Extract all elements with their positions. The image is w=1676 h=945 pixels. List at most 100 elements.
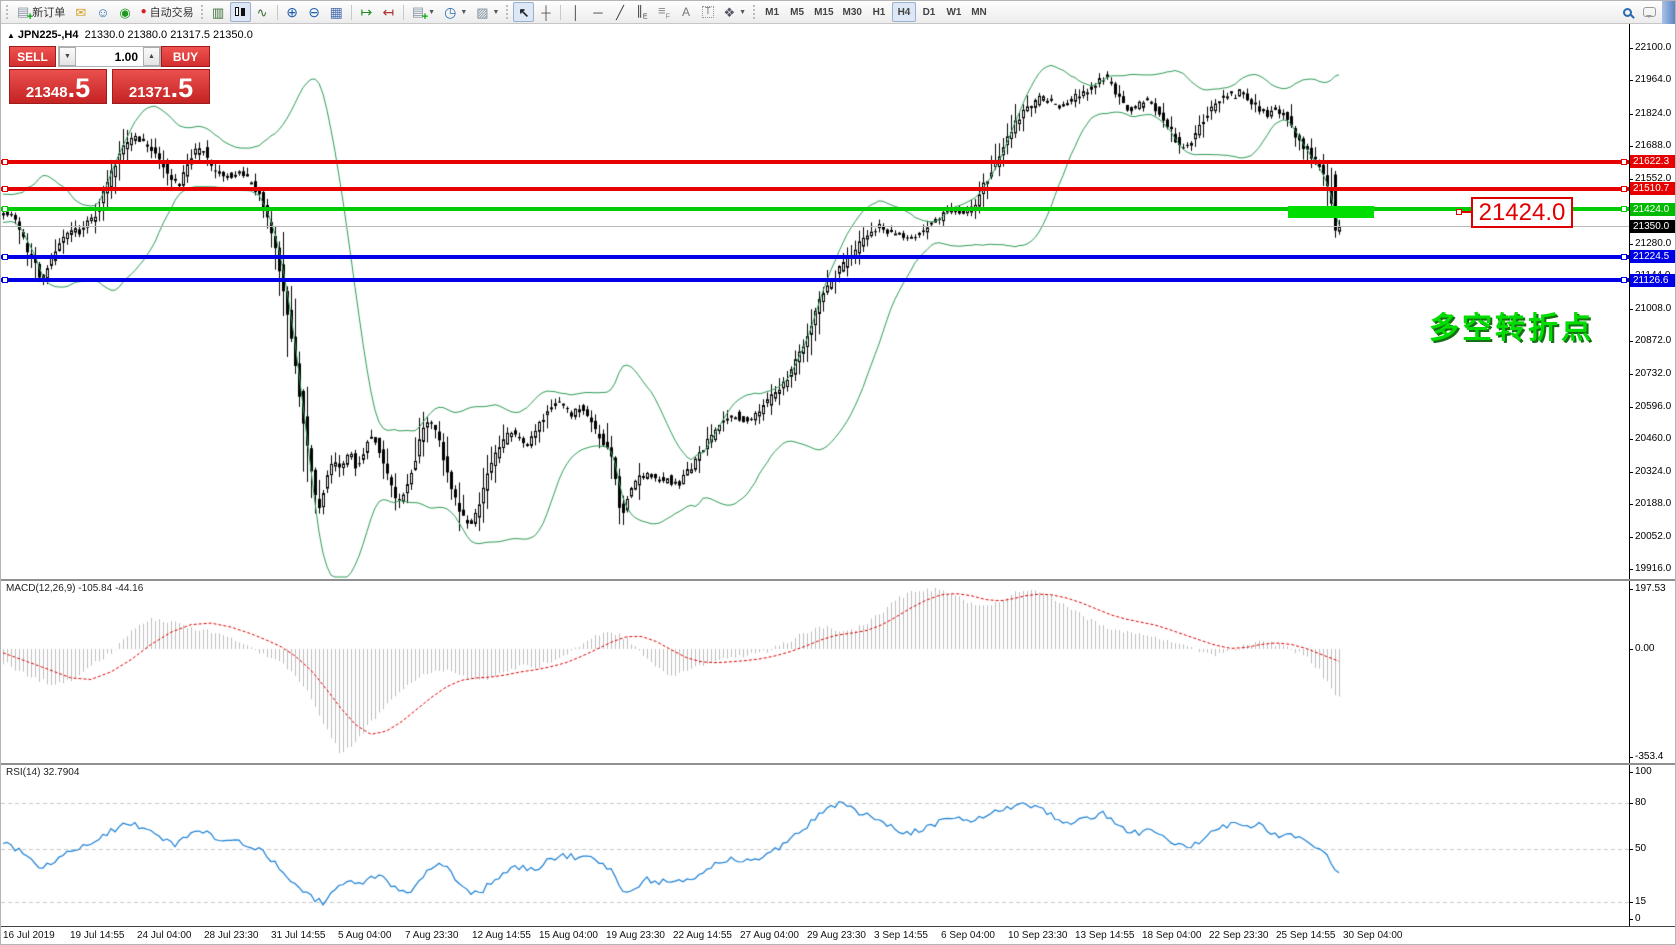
chart-symbol-period: JPN225-,H4 [18,29,79,41]
tf-m15-button[interactable]: M15 [810,2,837,22]
fibonacci-tool[interactable]: ≡F [653,2,674,22]
tf-m30-button[interactable]: M30 [839,2,866,22]
mt4-window: ▤+ 新订单 ✉ ☺ ◉ ● 自动交易 ▥ ∿ ⊕ ⊖ [0,0,1676,945]
new-order-button[interactable]: ▤+ 新订单 [13,2,69,22]
volume-decrease-button[interactable]: ▼ [59,47,76,66]
tf-m1-button[interactable]: M1 [760,2,784,22]
horizontal-level-line[interactable] [1,187,1629,191]
time-tick-label: 27 Aug 04:00 [740,930,799,941]
price-tick-mark [1629,439,1633,440]
autotrading-button[interactable]: ● 自动交易 [137,2,198,22]
horizontal-level-line[interactable] [1,255,1629,259]
tf-mn-button[interactable]: MN [967,2,991,22]
line-left-handle[interactable] [2,186,8,192]
tf-w1-button[interactable]: W1 [942,2,966,22]
zoom-out-button[interactable]: ⊖ [304,2,325,22]
toolbar-grip [506,5,510,19]
tile-windows-button[interactable]: ▦ [326,2,347,22]
chart-shift-button[interactable]: ↦ [356,2,377,22]
price-tick-label: 20732.0 [1635,368,1671,379]
tf-d1-button[interactable]: D1 [917,2,941,22]
auto-scroll-button[interactable]: ↤ [378,2,399,22]
highlight-rectangle[interactable] [1288,206,1374,218]
sell-price-fraction: .5 [68,73,91,104]
chat-button[interactable] [1639,2,1660,22]
time-tick-label: 15 Aug 04:00 [539,930,598,941]
callout-handle[interactable] [1456,209,1462,215]
price-tick-mark [1629,80,1633,81]
text-label-tool[interactable]: T [697,2,718,22]
time-tick-label: 28 Jul 23:30 [204,930,259,941]
search-button[interactable] [1617,2,1638,22]
line-right-handle[interactable] [1621,206,1627,212]
price-level-badge: 21510.7 [1630,182,1676,195]
line-right-handle[interactable] [1621,159,1627,165]
sell-button[interactable]: SELL [9,46,56,67]
tf-h1-button[interactable]: H1 [867,2,891,22]
chart-plot-area[interactable] [1,1,1629,945]
price-tick-mark [1629,341,1633,342]
new-chart-dropdown[interactable]: ▤+ ▼ [408,2,439,22]
bar-chart-button[interactable]: ▥ [208,2,229,22]
price-callout-label[interactable]: 21424.0 [1471,197,1573,228]
buy-price-button[interactable]: 21371 .5 [112,69,210,104]
cursor-tool-button[interactable]: ↖ [513,2,534,22]
rsi-tick-label: 0 [1635,913,1641,924]
horizontal-level-line[interactable] [1,160,1629,164]
period-dropdown[interactable]: ◷ ▼ [440,2,471,22]
chevron-down-icon: ▼ [493,9,500,16]
buy-price-fraction: .5 [171,73,194,104]
horizontal-level-line[interactable] [1,226,1629,227]
line-right-handle[interactable] [1621,254,1627,260]
price-tick-label: 21824.0 [1635,108,1671,119]
sell-price-button[interactable]: 21348 .5 [9,69,107,104]
candlestick-chart-button[interactable] [230,2,251,22]
template-dropdown[interactable]: ▨ ▼ [472,2,503,22]
horizontal-level-line[interactable] [1,278,1629,282]
line-left-handle[interactable] [2,206,8,212]
line-right-handle[interactable] [1621,186,1627,192]
price-tick-label: 21688.0 [1635,140,1671,151]
chinese-note-text[interactable]: 多空转折点 [1429,303,1594,347]
volume-increase-button[interactable]: ▲ [143,47,160,66]
collapse-icon[interactable]: ▲ [7,31,15,40]
signals-button[interactable]: ◉ [115,2,136,22]
macd-indicator-label: MACD(12,26,9) -105.84 -44.16 [6,583,143,594]
time-tick-label: 19 Jul 14:55 [70,930,125,941]
channel-tool[interactable]: ∥E [631,2,652,22]
tf-h4-button[interactable]: H4 [892,2,916,22]
line-left-handle[interactable] [2,277,8,283]
vertical-line-tool[interactable]: │ [565,2,586,22]
line-right-handle[interactable] [1621,277,1627,283]
time-tick-label: 7 Aug 23:30 [405,930,458,941]
macd-pane-separator[interactable] [1,579,1676,581]
zoom-in-icon: ⊕ [286,5,298,19]
community-button[interactable]: ☺ [92,2,113,22]
toolbar-separator [560,5,561,20]
volume-input[interactable] [76,47,143,66]
rsi-indicator-label: RSI(14) 32.7904 [6,767,79,778]
time-tick-label: 5 Aug 04:00 [338,930,391,941]
chevron-up-icon: ▲ [148,53,155,60]
crosshair-tool-button[interactable]: ┼ [535,2,556,22]
price-tick-mark [1629,114,1633,115]
profile-icon: ☺ [96,6,109,19]
rsi-tick-mark [1629,849,1633,850]
line-chart-button[interactable]: ∿ [252,2,273,22]
tf-m5-button[interactable]: M5 [785,2,809,22]
time-tick-label: 13 Sep 14:55 [1075,930,1135,941]
rsi-tick-mark [1629,902,1633,903]
zoom-in-button[interactable]: ⊕ [282,2,303,22]
trendline-tool[interactable]: ╱ [609,2,630,22]
macd-tick-label: -353.4 [1635,751,1663,762]
horizontal-line-tool[interactable]: ─ [587,2,608,22]
text-tool[interactable]: A [675,2,696,22]
line-left-handle[interactable] [2,254,8,260]
buy-button[interactable]: BUY [161,46,210,67]
line-left-handle[interactable] [2,159,8,165]
rsi-pane-separator[interactable] [1,763,1676,765]
time-tick-label: 12 Aug 14:55 [472,930,531,941]
arrows-dropdown[interactable]: ❖ ▼ [719,2,750,22]
metaeditor-button[interactable]: ✉ [70,2,91,22]
horizontal-level-line[interactable] [1,207,1629,211]
